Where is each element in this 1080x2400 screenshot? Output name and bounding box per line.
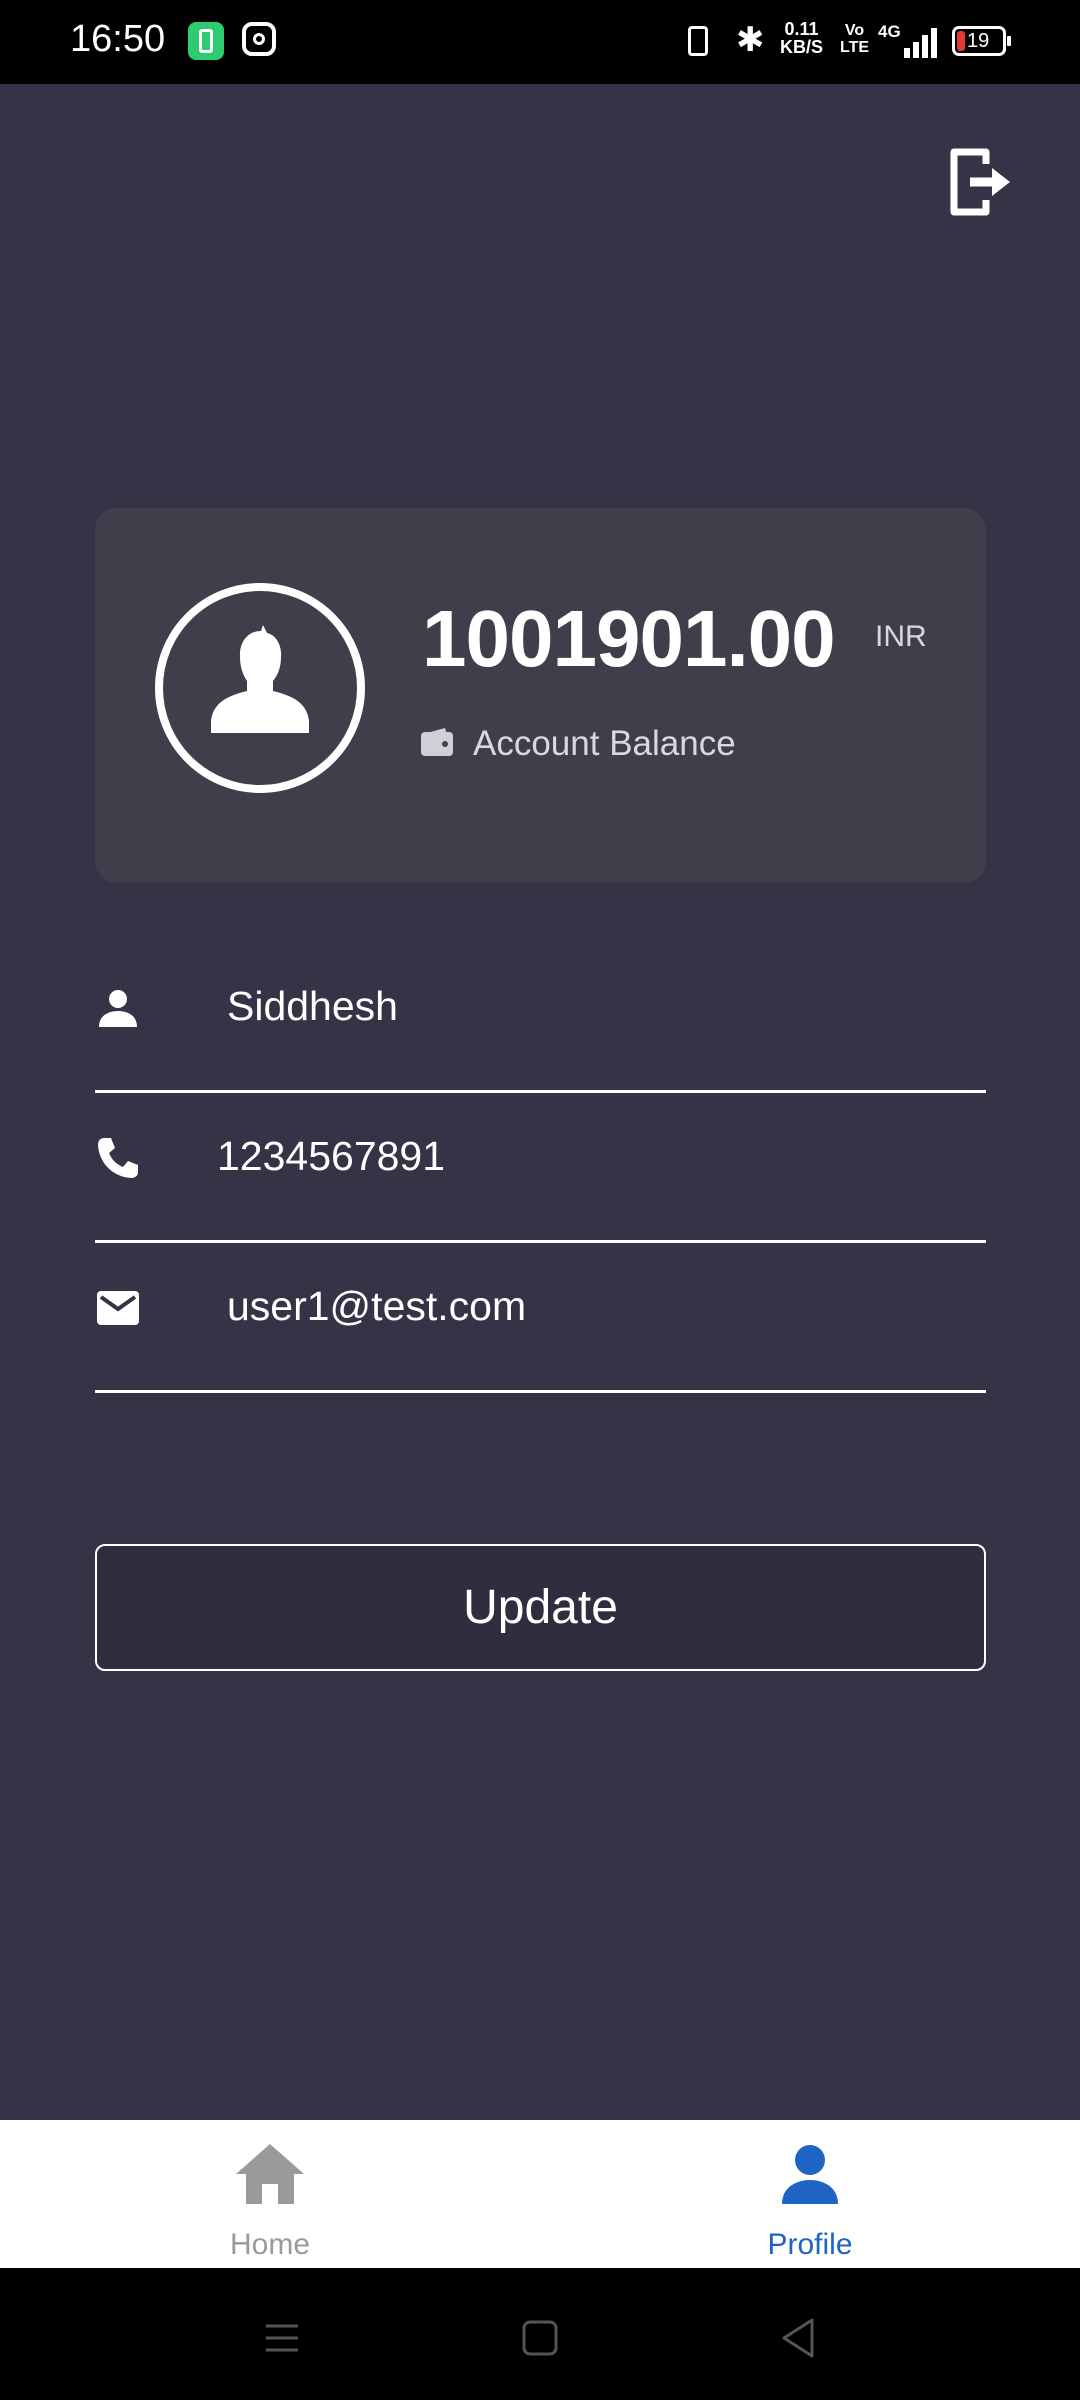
user-avatar-icon bbox=[155, 583, 365, 793]
network-type: 4G bbox=[878, 22, 901, 41]
battery-saver-app-icon bbox=[188, 22, 224, 60]
status-time: 16:50 bbox=[70, 18, 166, 60]
bluetooth-icon: ✱ bbox=[736, 21, 765, 59]
email-input[interactable] bbox=[227, 1283, 987, 1330]
nav-home-label: Home bbox=[229, 2228, 311, 2261]
balance-label: Account Balance bbox=[473, 724, 736, 763]
balance-card: 1001901.00 INR Account Balance bbox=[95, 508, 986, 883]
phone-icon bbox=[98, 1138, 138, 1178]
network-speed-value: 0.11 bbox=[784, 19, 819, 39]
name-field[interactable] bbox=[95, 945, 987, 1093]
nav-profile[interactable]: Profile bbox=[540, 2120, 1080, 2268]
status-bar: 16:50 ✱ 0.11 KB/S Vo LTE 4G 19 bbox=[0, 0, 1080, 84]
person-icon bbox=[782, 2145, 838, 2204]
phone-field[interactable] bbox=[95, 1095, 986, 1243]
logout-button[interactable] bbox=[948, 144, 1012, 220]
phone-input[interactable] bbox=[217, 1133, 977, 1180]
battery-icon: 19 bbox=[952, 26, 1011, 56]
name-input[interactable] bbox=[227, 983, 987, 1030]
vibrate-icon bbox=[688, 26, 708, 56]
balance-currency: INR bbox=[875, 620, 927, 653]
person-icon bbox=[99, 990, 137, 1027]
battery-level: 19 bbox=[967, 30, 990, 52]
mail-icon bbox=[97, 1291, 139, 1325]
volte-indicator: Vo LTE bbox=[840, 22, 869, 56]
signal-icon bbox=[900, 26, 940, 58]
email-field[interactable] bbox=[95, 1245, 987, 1393]
bottom-navigation: Home Profile bbox=[0, 2120, 1080, 2268]
logout-icon bbox=[950, 148, 1010, 216]
nav-profile-label: Profile bbox=[767, 2228, 853, 2261]
home-square-icon[interactable] bbox=[510, 2308, 570, 2368]
back-icon[interactable] bbox=[768, 2308, 828, 2368]
volte-top: Vo bbox=[844, 22, 865, 39]
balance-amount: 1001901.00 bbox=[422, 594, 836, 683]
network-speed: 0.11 KB/S bbox=[780, 20, 823, 56]
menu-icon[interactable] bbox=[252, 2308, 312, 2368]
system-navigation-bar bbox=[0, 2268, 1080, 2400]
wallet-icon bbox=[421, 728, 453, 756]
instagram-icon bbox=[242, 22, 276, 56]
update-button[interactable]: Update bbox=[95, 1544, 986, 1671]
volte-bottom: LTE bbox=[840, 39, 870, 56]
nav-home[interactable]: Home bbox=[0, 2120, 540, 2268]
network-speed-unit: KB/S bbox=[780, 37, 824, 57]
home-icon bbox=[236, 2144, 304, 2204]
